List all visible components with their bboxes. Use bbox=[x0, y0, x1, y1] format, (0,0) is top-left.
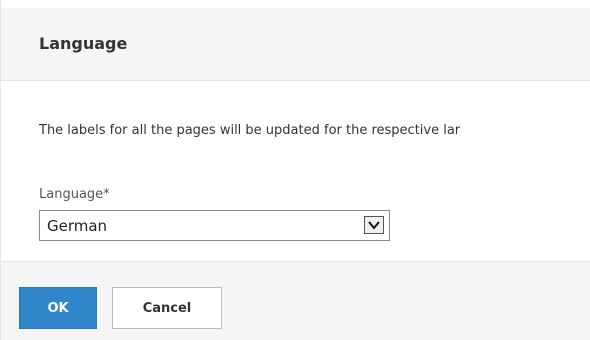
language-select[interactable]: German bbox=[39, 210, 390, 241]
chevron-down-icon[interactable] bbox=[364, 216, 384, 234]
language-field-label: Language* bbox=[39, 187, 110, 202]
dialog-body: The labels for all the pages will be upd… bbox=[1, 81, 590, 261]
cancel-button[interactable]: Cancel bbox=[112, 287, 222, 329]
dialog-header: Language bbox=[1, 8, 590, 81]
dialog-footer: OK Cancel bbox=[1, 261, 590, 340]
language-dialog: Language The labels for all the pages wi… bbox=[0, 0, 590, 340]
dialog-description: The labels for all the pages will be upd… bbox=[39, 123, 461, 138]
language-select-value: German bbox=[47, 217, 108, 235]
dialog-title: Language bbox=[39, 34, 128, 53]
ok-button[interactable]: OK bbox=[19, 287, 97, 329]
